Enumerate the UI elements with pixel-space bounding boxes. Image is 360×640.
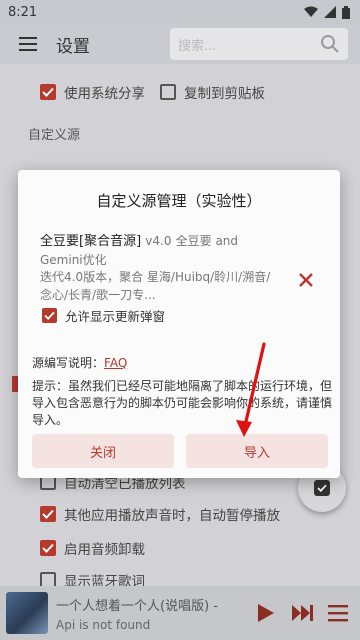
copy-clipboard-option[interactable]: 复制到剪贴板 — [160, 82, 265, 102]
search-input[interactable]: 搜索... — [170, 28, 348, 60]
search-placeholder: 搜索... — [178, 38, 217, 54]
source-description: 迭代4.0版本，聚合 星海/Huibq/聆川/溯音/念心/长青/歌一刀专... — [40, 270, 271, 302]
player-text[interactable]: 一个人想着一个人(说唱版) - Api is not found — [56, 595, 254, 632]
share-system-label: 使用系统分享 — [64, 86, 145, 102]
check-icon — [40, 540, 56, 556]
play-icon[interactable] — [254, 602, 276, 624]
copy-clipboard-label: 复制到剪贴板 — [184, 86, 265, 102]
allow-update-popup-option[interactable]: 允许显示更新弹窗 — [42, 306, 165, 325]
enable-uninstall-option[interactable]: 启用音频卸载 — [40, 538, 145, 558]
player-controls — [254, 602, 348, 624]
close-x-icon — [299, 273, 313, 287]
signal-icon — [324, 6, 336, 18]
app-bar: 设置 搜索... — [0, 24, 360, 64]
doc-row: 源编写说明：FAQ — [32, 354, 127, 371]
check-icon — [40, 506, 56, 522]
enable-uninstall-label: 启用音频卸载 — [64, 542, 145, 558]
checkbox-unchecked-icon — [160, 84, 176, 100]
close-button[interactable]: 关闭 — [32, 434, 174, 468]
player-bar[interactable]: 一个人想着一个人(说唱版) - Api is not found — [0, 586, 360, 640]
source-version: v4.0 — [145, 234, 172, 248]
wifi-icon — [304, 6, 318, 17]
status-time: 8:21 — [8, 4, 38, 20]
pause-other-app-label: 其他应用播放声音时，自动暂停播放 — [64, 508, 280, 524]
playlist-icon[interactable] — [328, 604, 348, 622]
next-icon[interactable] — [290, 602, 314, 624]
custom-source-dialog: 自定义源管理（实验性） 全豆要[聚合音源] v4.0 全豆要 and Gemin… — [18, 170, 340, 478]
custom-source-section-title: 自定义源 — [28, 128, 81, 143]
source-name: 全豆要[聚合音源] — [40, 234, 142, 249]
allow-update-popup-label: 允许显示更新弹窗 — [65, 309, 166, 324]
menu-icon — [19, 37, 37, 51]
player-subtitle: Api is not found — [56, 617, 151, 632]
player-title: 一个人想着一个人(说唱版) - — [56, 598, 218, 614]
source-item: 全豆要[聚合音源] v4.0 全豆要 and Gemini优化 — [40, 232, 272, 270]
album-art[interactable] — [6, 592, 48, 634]
pause-other-app-option[interactable]: 其他应用播放声音时，自动暂停播放 — [40, 504, 280, 524]
warning-text: 提示：虽然我们已经尽可能地隔离了脚本的运行环境，但导入包含恶意行为的脚本仍可能会… — [32, 379, 333, 427]
search-icon[interactable] — [320, 34, 340, 54]
status-bar: 8:21 — [0, 0, 360, 24]
battery-icon — [342, 5, 350, 19]
check-icon — [40, 84, 56, 100]
faq-link[interactable]: FAQ — [104, 356, 127, 370]
import-button[interactable]: 导入 — [186, 434, 328, 468]
page-title: 设置 — [56, 36, 90, 57]
status-icons — [304, 5, 350, 19]
menu-button[interactable] — [0, 24, 56, 64]
dialog-title: 自定义源管理（实验性） — [96, 192, 262, 210]
delete-source-button[interactable] — [294, 268, 318, 292]
share-system-option[interactable]: 使用系统分享 — [40, 82, 145, 102]
check-icon — [314, 480, 330, 496]
doc-label: 源编写说明： — [32, 356, 105, 370]
check-icon — [42, 308, 57, 323]
